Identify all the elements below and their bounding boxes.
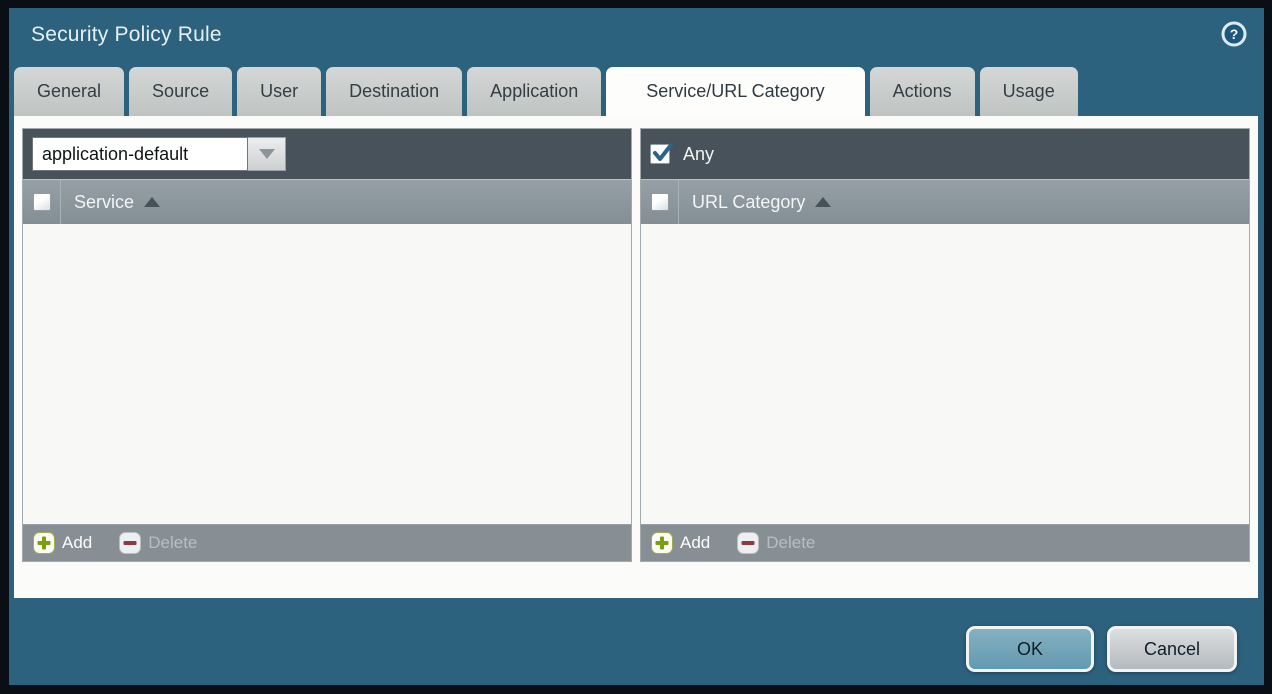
tab-bar: General Source User Destination Applicat…: [14, 67, 1078, 116]
service-panel-footer: Add Delete: [23, 524, 631, 561]
svg-text:?: ?: [1230, 26, 1239, 42]
service-add-label: Add: [62, 533, 92, 553]
url-category-panel-header: Any: [641, 129, 1249, 179]
tab-user[interactable]: User: [237, 67, 321, 116]
ok-button[interactable]: OK: [966, 626, 1094, 672]
chevron-down-icon: [259, 149, 275, 159]
service-delete-label: Delete: [148, 533, 197, 553]
any-checkbox[interactable]: [650, 144, 670, 164]
tab-source[interactable]: Source: [129, 67, 232, 116]
help-icon[interactable]: ?: [1220, 20, 1248, 48]
tab-destination[interactable]: Destination: [326, 67, 462, 116]
sort-ascending-icon[interactable]: [815, 197, 831, 207]
service-add-button[interactable]: Add: [33, 532, 92, 554]
url-category-column-header: URL Category: [641, 179, 1249, 224]
service-type-dropdown[interactable]: application-default: [32, 137, 286, 171]
url-category-add-button[interactable]: Add: [651, 532, 710, 554]
url-category-delete-label: Delete: [766, 533, 815, 553]
tab-application[interactable]: Application: [467, 67, 601, 116]
minus-icon: [119, 532, 141, 554]
url-category-list: [641, 224, 1249, 524]
url-category-add-label: Add: [680, 533, 710, 553]
tab-actions[interactable]: Actions: [870, 67, 975, 116]
service-panel: application-default Service: [22, 128, 632, 562]
tab-service-url-category[interactable]: Service/URL Category: [606, 67, 864, 116]
any-label: Any: [683, 144, 714, 165]
service-column-header: Service: [23, 179, 631, 224]
titlebar: Security Policy Rule ?: [9, 8, 1264, 66]
tab-usage[interactable]: Usage: [980, 67, 1078, 116]
dialog-title: Security Policy Rule: [31, 23, 222, 47]
checkmark-icon: [651, 141, 675, 165]
plus-icon: [33, 532, 55, 554]
service-column-label: Service: [74, 192, 134, 213]
service-select-all-checkbox[interactable]: [33, 193, 51, 211]
tab-content-service-url-category: application-default Service: [14, 116, 1258, 598]
service-type-dropdown-button[interactable]: [248, 137, 286, 171]
service-list: [23, 224, 631, 524]
tab-general[interactable]: General: [14, 67, 124, 116]
dialog-actions: OK Cancel: [966, 626, 1237, 672]
sort-ascending-icon[interactable]: [144, 197, 160, 207]
url-category-panel: Any URL Category Add: [640, 128, 1250, 562]
service-select-all-cell: [23, 180, 61, 224]
minus-icon: [737, 532, 759, 554]
security-policy-rule-dialog: Security Policy Rule ? General Source Us…: [9, 8, 1264, 685]
url-category-panel-footer: Add Delete: [641, 524, 1249, 561]
service-type-dropdown-value[interactable]: application-default: [32, 137, 248, 171]
url-category-select-all-checkbox[interactable]: [651, 193, 669, 211]
service-delete-button[interactable]: Delete: [119, 532, 197, 554]
plus-icon: [651, 532, 673, 554]
url-category-delete-button[interactable]: Delete: [737, 532, 815, 554]
url-category-select-all-cell: [641, 180, 679, 224]
service-panel-header: application-default: [23, 129, 631, 179]
url-category-column-label: URL Category: [692, 192, 805, 213]
cancel-button[interactable]: Cancel: [1107, 626, 1237, 672]
